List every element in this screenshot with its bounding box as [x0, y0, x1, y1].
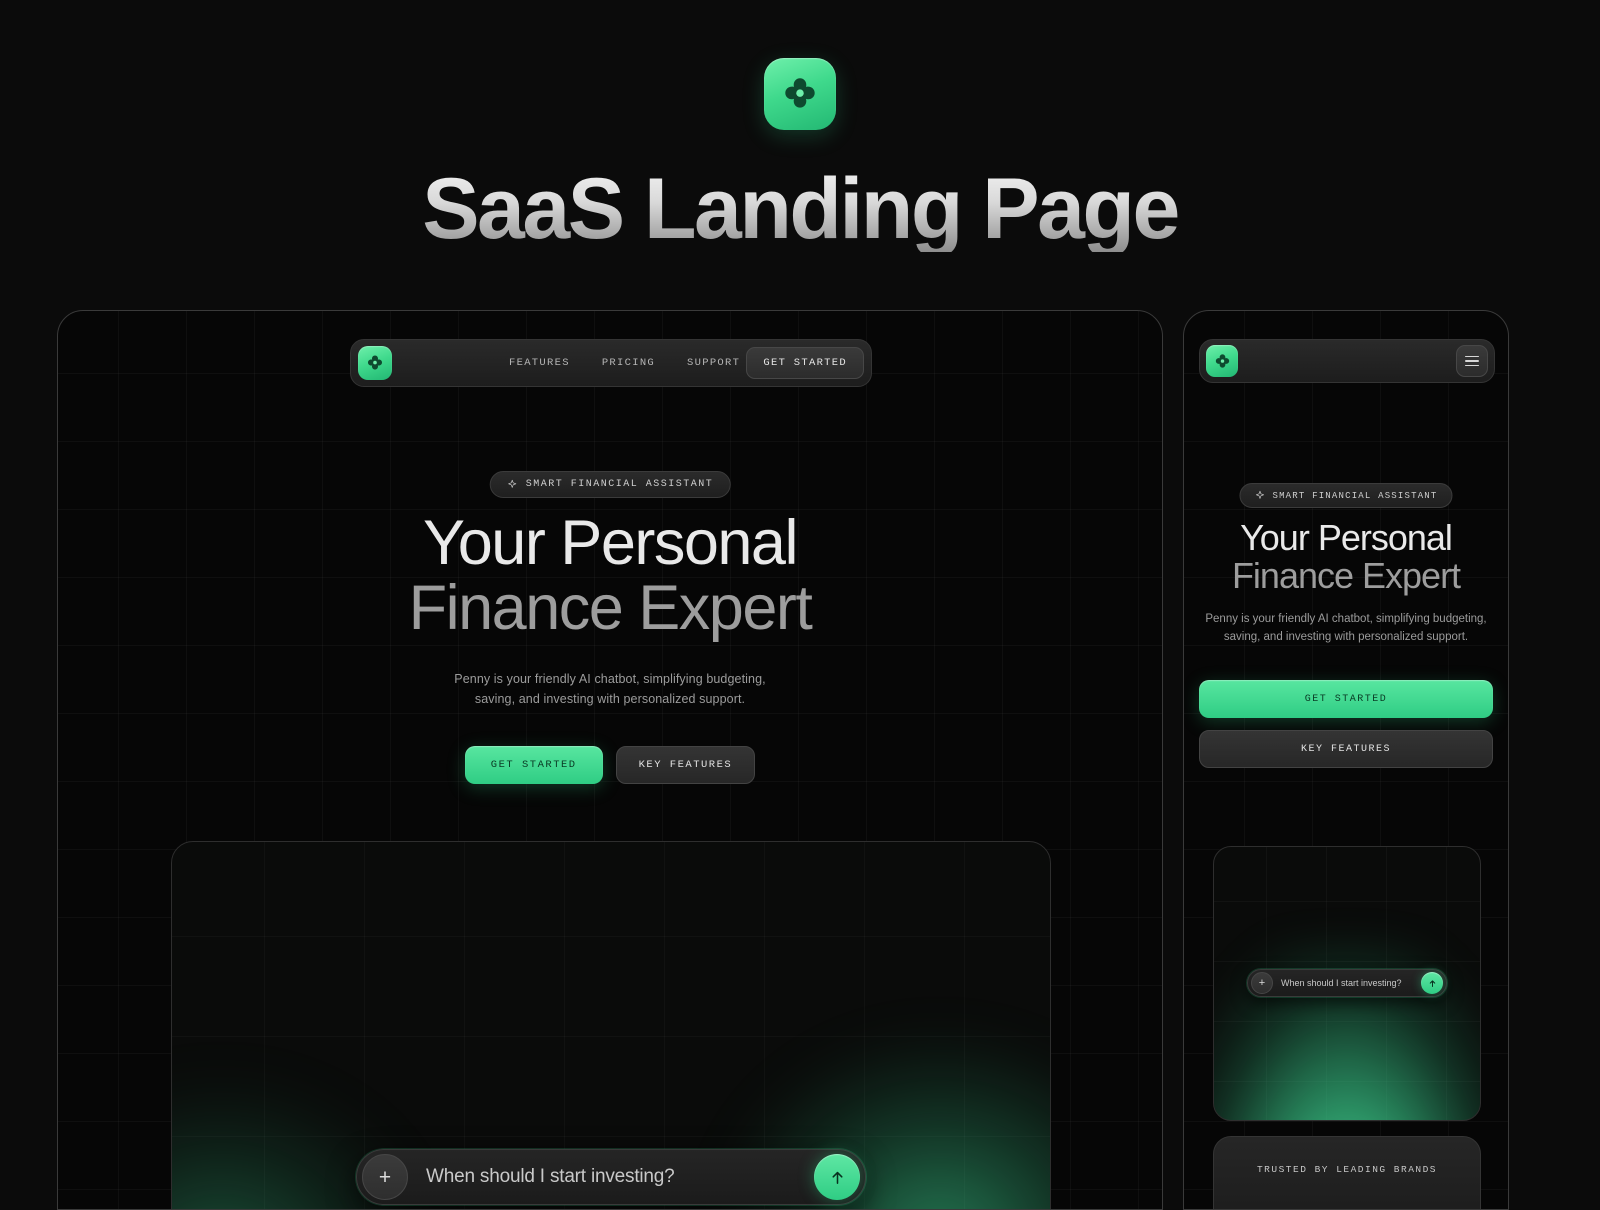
hero-headline-line2: Finance Expert — [408, 572, 813, 643]
mobile-hero-section: Your Personal Finance Expert Penny is yo… — [1202, 517, 1490, 647]
hero-buttons: GET STARTED KEY FEATURES — [58, 746, 1162, 784]
page-title: SaaS Landing Page — [422, 161, 1180, 257]
mobile-chat-input-bar: + When should I start investing? — [1247, 969, 1447, 997]
hero-section: Your Personal Finance Expert Penny is yo… — [58, 511, 1162, 784]
send-button[interactable] — [814, 1154, 860, 1200]
hero-get-started-button[interactable]: GET STARTED — [464, 746, 603, 784]
plus-icon[interactable]: + — [362, 1154, 408, 1200]
chat-input-bar: + When should I start investing? — [356, 1149, 866, 1205]
trusted-brands-label: TRUSTED BY LEADING BRANDS — [1256, 1164, 1438, 1175]
trusted-brands-card: TRUSTED BY LEADING BRANDS — [1213, 1136, 1481, 1209]
flower-logo-icon[interactable] — [358, 346, 392, 380]
hero-headline-line1: Your Personal — [423, 508, 798, 578]
nav-get-started-button[interactable]: GET STARTED — [746, 347, 864, 379]
chat-preview-card: + When should I start investing? — [171, 841, 1051, 1209]
mobile-status-badge-label: SMART FINANCIAL ASSISTANT — [1272, 490, 1438, 501]
nav-link-pricing[interactable]: PRICING — [602, 357, 655, 369]
nav-link-features[interactable]: FEATURES — [509, 357, 570, 369]
arrow-up-icon — [831, 1171, 843, 1184]
status-badge-label: SMART FINANCIAL ASSISTANT — [525, 479, 714, 490]
mobile-hero-headline-line1: Your Personal — [1240, 517, 1453, 558]
mobile-chat-preview-card: + When should I start investing? — [1213, 846, 1481, 1121]
sparkle-icon — [1255, 490, 1264, 499]
hamburger-menu-icon[interactable] — [1456, 345, 1488, 377]
mobile-send-button[interactable] — [1421, 972, 1443, 994]
nav-link-support[interactable]: SUPPORT — [687, 357, 740, 369]
flower-logo-icon — [764, 58, 836, 130]
mobile-hero-subtext: Penny is your friendly AI chatbot, simpl… — [1205, 613, 1487, 644]
hero-key-features-button[interactable]: KEY FEATURES — [615, 746, 756, 784]
mobile-hero-headline-line2: Finance Expert — [1231, 555, 1461, 597]
mobile-hero-headline: Your Personal Finance Expert — [1202, 517, 1490, 597]
mobile-chat-input[interactable]: When should I start investing? — [1281, 978, 1421, 988]
page-header: SaaS Landing Page — [0, 0, 1600, 300]
mobile-status-badge: SMART FINANCIAL ASSISTANT — [1239, 483, 1453, 508]
hero-subtext: Penny is your friendly AI chatbot, simpl… — [58, 669, 1162, 710]
status-badge: SMART FINANCIAL ASSISTANT — [489, 471, 731, 498]
desktop-navbar: FEATURES PRICING SUPPORT GET STARTED — [350, 339, 872, 387]
mobile-navbar — [1199, 339, 1495, 383]
arrow-up-icon — [1429, 979, 1435, 987]
hero-subtext-line1: Penny is your friendly AI chatbot, simpl… — [454, 671, 766, 686]
nav-links: FEATURES PRICING SUPPORT — [509, 357, 740, 369]
green-glow — [1214, 940, 1480, 1120]
mobile-mockup: SMART FINANCIAL ASSISTANT Your Personal … — [1183, 310, 1509, 1210]
flower-logo-icon[interactable] — [1206, 345, 1238, 377]
sparkle-icon — [508, 479, 517, 488]
mobile-hero-buttons: GET STARTED KEY FEATURES — [1199, 680, 1493, 768]
mobile-key-features-button[interactable]: KEY FEATURES — [1199, 730, 1493, 768]
hero-headline: Your Personal Finance Expert — [58, 511, 1162, 641]
plus-icon[interactable]: + — [1251, 972, 1273, 994]
desktop-mockup: FEATURES PRICING SUPPORT GET STARTED SMA… — [57, 310, 1163, 1210]
hero-subtext-line2: saving, and investing with personalized … — [474, 692, 746, 707]
chat-input[interactable]: When should I start investing? — [426, 1166, 814, 1188]
mobile-get-started-button[interactable]: GET STARTED — [1199, 680, 1493, 718]
